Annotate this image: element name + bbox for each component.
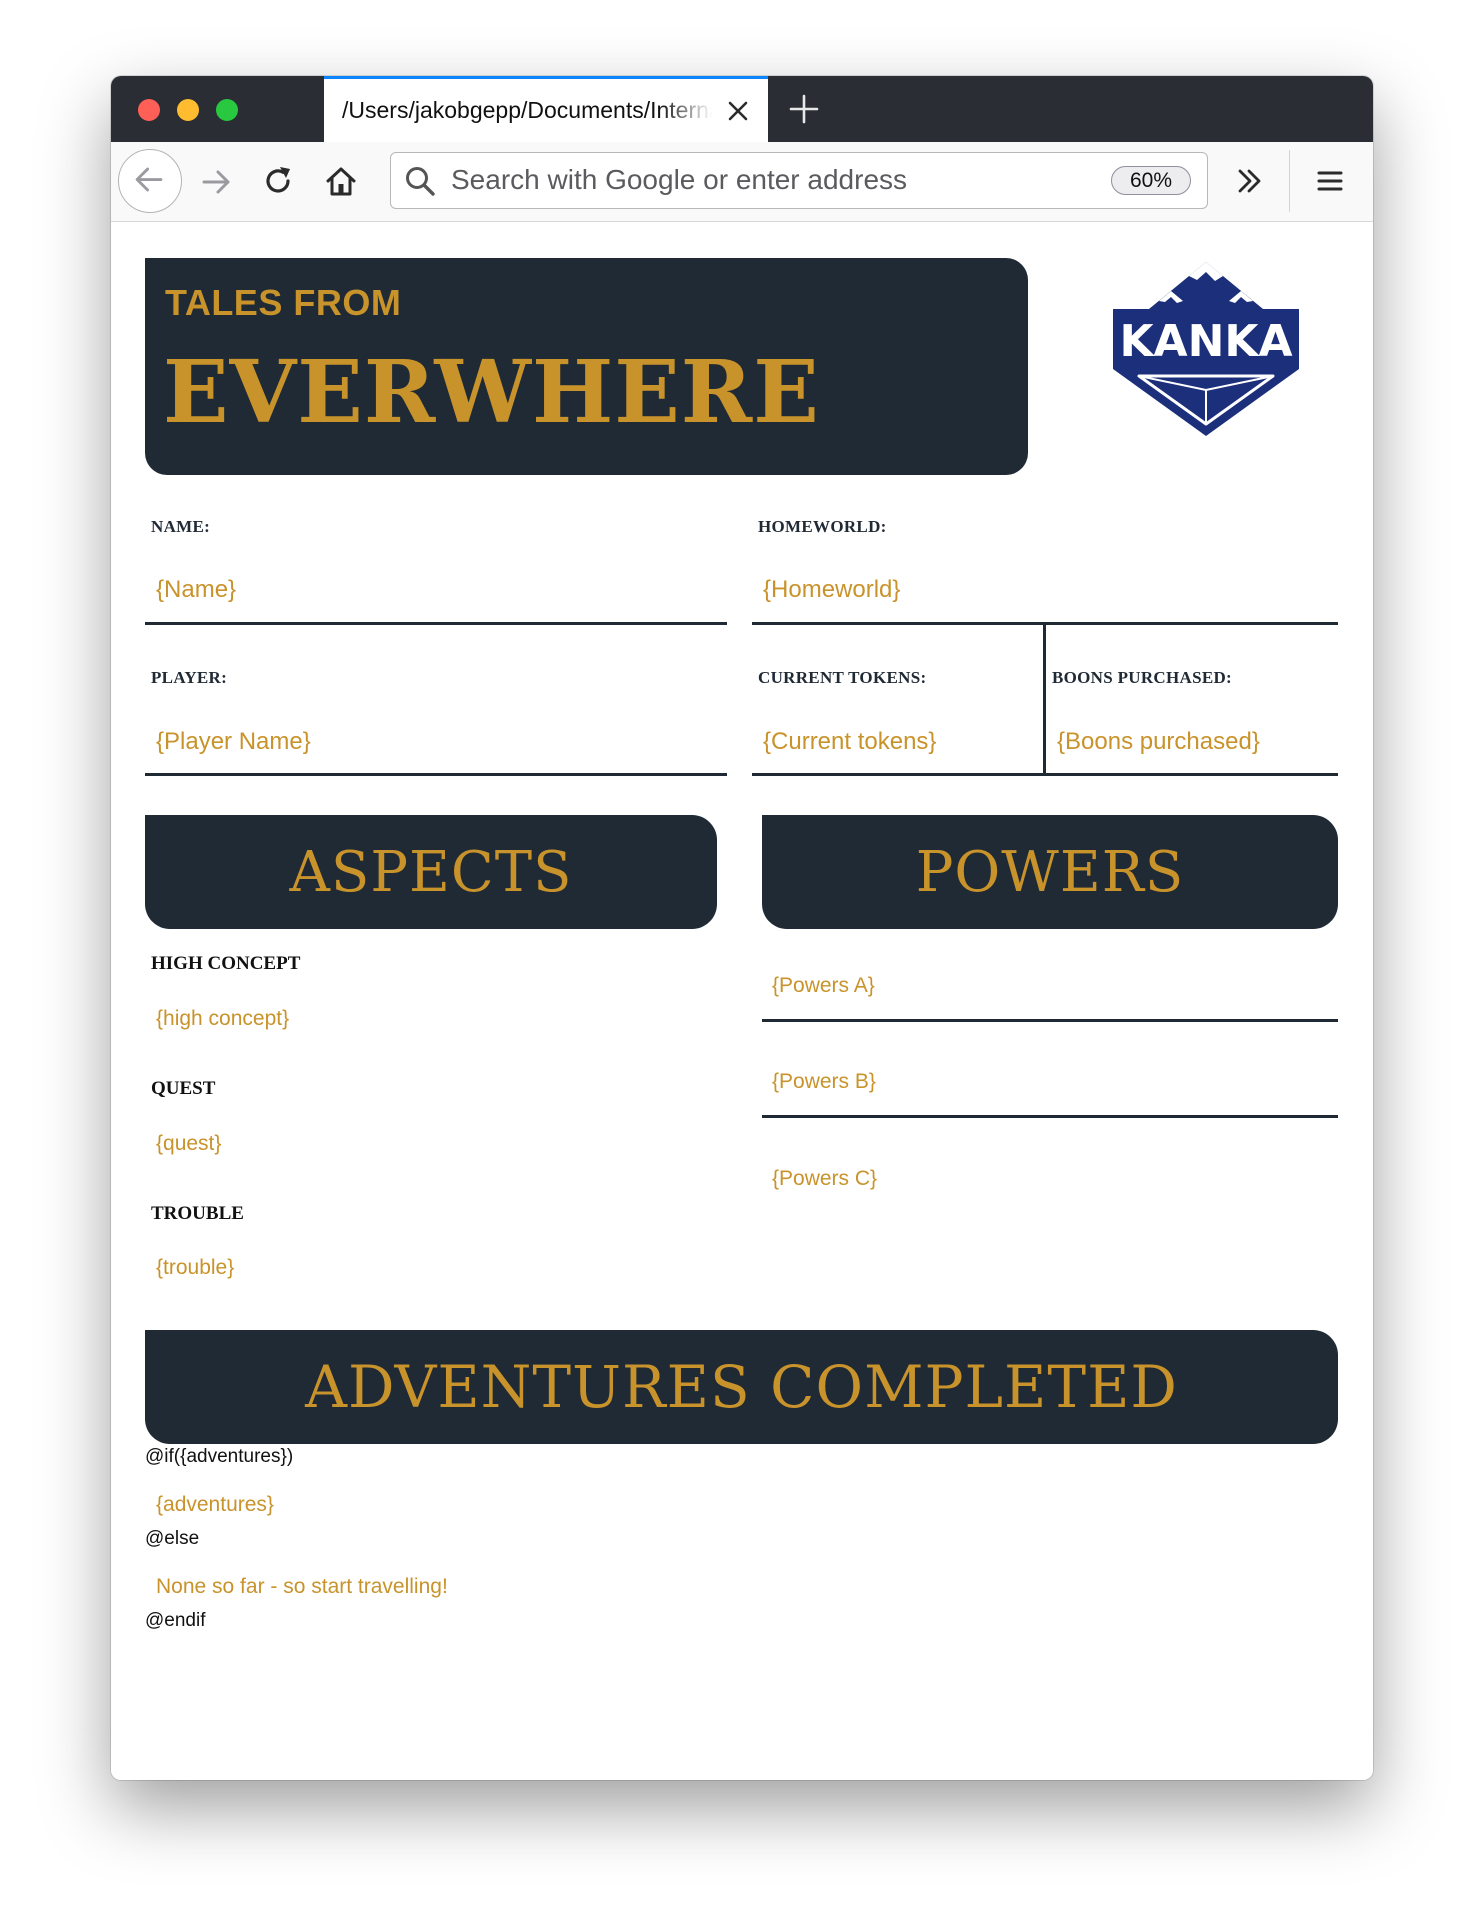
tokens-divider [1043, 622, 1046, 776]
boons-purchased-value: {Boons purchased} [1057, 728, 1260, 755]
page-title: EVERWHERE [163, 342, 820, 443]
adventures-header: ADVENTURES COMPLETED [145, 1330, 1338, 1444]
boons-purchased-label: BOONS PURCHASED: [1052, 668, 1233, 687]
close-icon[interactable] [724, 97, 752, 125]
back-button[interactable] [118, 149, 182, 213]
browser-window: /Users/jakobgepp/Documents/Internal Sear… [111, 76, 1373, 1780]
name-underline [145, 622, 727, 625]
kanka-logo: KANKA [1113, 262, 1299, 436]
title-subtitle: TALES FROM [165, 282, 402, 323]
aspects-title: ASPECTS [289, 839, 573, 905]
zoom-level-badge[interactable]: 60% [1111, 166, 1191, 195]
plus-icon[interactable] [785, 90, 823, 128]
hamburger-menu-icon[interactable] [1315, 166, 1345, 196]
trouble-value: {trouble} [156, 1256, 235, 1279]
tokens-underline [752, 773, 1338, 776]
adventures-value: {adventures} [156, 1493, 274, 1516]
powers-title: POWERS [915, 839, 1185, 905]
player-underline [145, 773, 727, 776]
current-tokens-label: CURRENT TOKENS: [758, 668, 927, 687]
toolbar-separator [1289, 150, 1290, 212]
adventures-endif-line: @endif [145, 1610, 206, 1631]
aspects-header: ASPECTS [145, 815, 717, 929]
zoom-window-button[interactable] [216, 99, 238, 121]
forward-arrow-icon[interactable] [199, 165, 233, 199]
high-concept-value: {high concept} [156, 1007, 290, 1030]
address-bar[interactable]: 60% [390, 152, 1208, 209]
homeworld-label: HOMEWORLD: [758, 517, 887, 536]
back-arrow-icon [135, 167, 163, 192]
homeworld-value: {Homeworld} [763, 576, 901, 603]
overflow-chevrons-icon[interactable] [1235, 166, 1265, 196]
quest-label: QUEST [151, 1078, 216, 1099]
power-b-value: {Powers B} [772, 1070, 876, 1093]
tab-strip: /Users/jakobgepp/Documents/Internal [111, 76, 1373, 142]
quest-value: {quest} [156, 1132, 222, 1155]
minimize-window-button[interactable] [177, 99, 199, 121]
search-icon [406, 167, 435, 196]
adventures-empty-text: None so far - so start travelling! [156, 1575, 448, 1598]
home-icon[interactable] [323, 163, 359, 199]
address-input[interactable] [451, 162, 1101, 198]
power-a-value: {Powers A} [772, 974, 875, 997]
active-tab[interactable]: /Users/jakobgepp/Documents/Internal [324, 76, 768, 142]
logo-text: KANKA [1119, 316, 1292, 367]
player-value: {Player Name} [156, 728, 311, 755]
adventures-else-line: @else [145, 1528, 200, 1549]
player-label: PLAYER: [151, 668, 228, 687]
trouble-label: TROUBLE [151, 1203, 244, 1224]
power-a-underline [762, 1019, 1338, 1022]
adventures-if-line: @if({adventures}) [145, 1446, 294, 1467]
title-banner: TALES FROM EVERWHERE [145, 258, 1028, 475]
adventures-title: ADVENTURES COMPLETED [305, 1353, 1178, 1421]
page-content: TALES FROM EVERWHERE KANKA NAME: {Name} … [111, 222, 1373, 1780]
name-label: NAME: [151, 517, 211, 536]
power-b-underline [762, 1115, 1338, 1118]
navigation-toolbar: 60% [111, 142, 1373, 222]
high-concept-label: HIGH CONCEPT [151, 953, 301, 974]
close-window-button[interactable] [138, 99, 160, 121]
reload-icon[interactable] [261, 164, 295, 198]
tab-title: /Users/jakobgepp/Documents/Internal [342, 97, 712, 123]
name-value: {Name} [156, 576, 237, 603]
current-tokens-value: {Current tokens} [763, 728, 937, 755]
powers-header: POWERS [762, 815, 1338, 929]
power-c-value: {Powers C} [772, 1167, 878, 1190]
